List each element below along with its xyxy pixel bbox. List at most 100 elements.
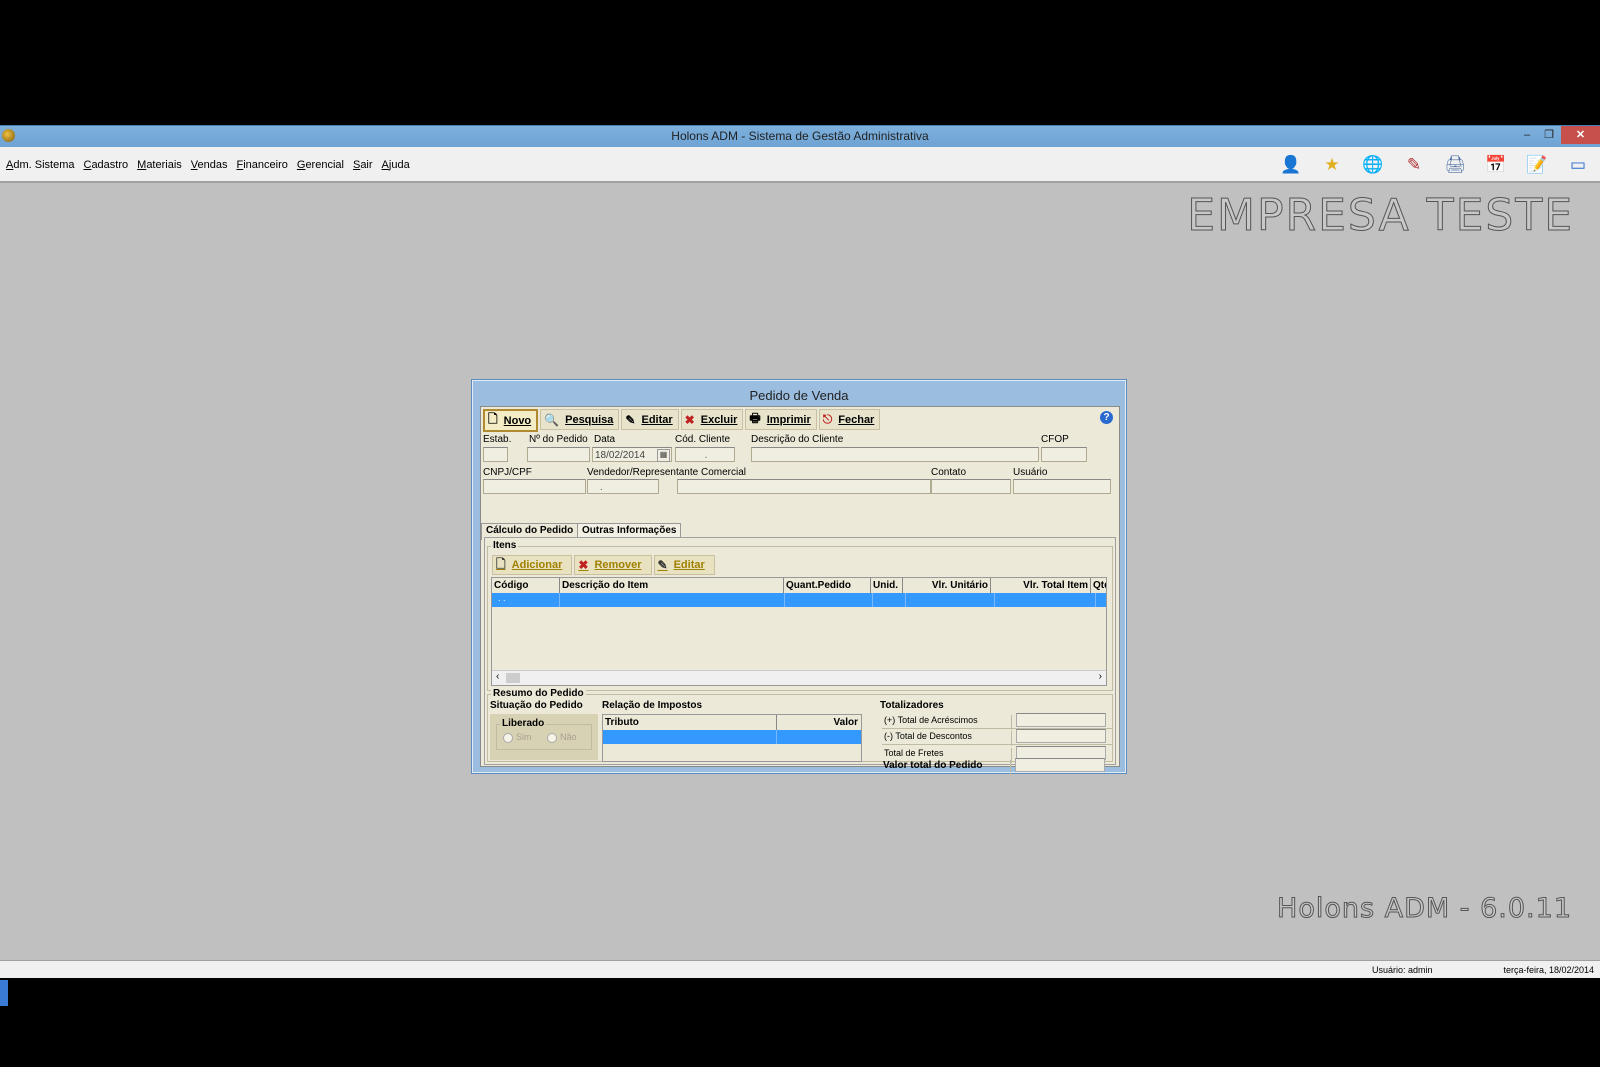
imprimir-button[interactable]: 🖶 Imprimir (745, 409, 817, 430)
cell-descricao (560, 593, 785, 607)
itens-toolbar: 🗋 Adicionar ✖ Remover ✎ Editar (492, 555, 717, 575)
scroll-left-icon[interactable]: ‹ (496, 671, 499, 682)
pesquisa-button[interactable]: 🔍 Pesquisa (540, 409, 620, 430)
star-icon[interactable]: ★ (1320, 153, 1344, 177)
menu-gerencial[interactable]: Gerencial (297, 159, 344, 171)
taskbar-edge (0, 980, 8, 1006)
pedido-label: Nº do Pedido (529, 434, 588, 445)
cod-cliente-field[interactable]: . (675, 447, 735, 462)
tab-strip: Cálculo do Pedido Outras Informações (481, 523, 1117, 540)
menu-materiais[interactable]: Materiais (137, 159, 182, 171)
edit-icon: ✎ (625, 412, 636, 427)
total-descontos-label: (-) Total de Descontos (882, 731, 1012, 746)
restore-button[interactable]: ❐ (1538, 126, 1560, 144)
usuario-field[interactable] (1013, 479, 1111, 494)
vendedor-name-field[interactable] (677, 479, 931, 494)
menu-adm-sistema[interactable]: Adm. Sistema (6, 159, 74, 171)
data-value: 18/02/2014 (595, 450, 646, 461)
table-row[interactable]: . . (492, 593, 1106, 607)
menu-financeiro[interactable]: Financeiro (237, 159, 288, 171)
status-user: Usuário: admin (1372, 965, 1433, 975)
situacao-box: Liberado Sim Não (490, 714, 598, 760)
total-descontos-field[interactable] (1016, 729, 1106, 743)
liberado-group: Liberado Sim Não (496, 718, 592, 750)
vendedor-label: Vendedor/Representante Comercial (587, 467, 746, 478)
col-descricao[interactable]: Descrição do Item (560, 578, 784, 593)
estab-field[interactable] (483, 447, 508, 462)
printer-icon: 🖶 (749, 411, 761, 425)
impostos-grid: Tributo Valor (602, 714, 862, 762)
user-icon[interactable]: 👤 (1279, 153, 1303, 177)
adicionar-button[interactable]: 🗋 Adicionar (492, 555, 573, 575)
help-icon[interactable]: ? (1100, 411, 1113, 424)
editar-button[interactable]: ✎ Editar (621, 409, 679, 430)
fechar-button[interactable]: ⎋ Fechar (818, 409, 881, 430)
editar-item-button[interactable]: ✎ Editar (653, 555, 715, 575)
menu-cadastro[interactable]: Cadastro (83, 159, 128, 171)
valor-total-field[interactable] (1015, 758, 1105, 772)
exit-icon: ⎋ (822, 412, 833, 426)
close-button[interactable]: ✕ (1561, 126, 1600, 144)
menu-ajuda[interactable]: Ajuda (382, 159, 410, 171)
itens-group: Itens 🗋 Adicionar ✖ Remover ✎ Editar Código… (487, 540, 1113, 691)
company-name: EMPRESA TESTE (1187, 190, 1574, 242)
calendar-icon[interactable]: 📅 (1484, 153, 1508, 177)
total-descontos-row: (-) Total de Descontos (882, 728, 1112, 746)
col-quant-pedido[interactable]: Quant.Pedido (784, 578, 871, 593)
horizontal-scrollbar[interactable]: ‹ › (492, 670, 1106, 685)
printer-icon[interactable]: 🖨 (1443, 153, 1467, 177)
col-vlr-total-item[interactable]: Vlr. Total Item (991, 578, 1091, 593)
col-valor[interactable]: Valor (777, 715, 861, 730)
col-qtd[interactable]: Qtd (1091, 578, 1106, 593)
edit-document-icon[interactable]: ✎ (1402, 153, 1426, 177)
calculo-panel: Itens 🗋 Adicionar ✖ Remover ✎ Editar Código… (484, 537, 1116, 775)
usuario-label: Usuário (1013, 467, 1048, 478)
title-bar: Holons ADM - Sistema de Gestão Administr… (0, 125, 1600, 147)
menu-sair[interactable]: Sair (353, 159, 373, 171)
dialog-body: 🗋 Novo 🔍 Pesquisa ✎ Editar ✖ Excluir 🖶 Imprim… (480, 406, 1120, 775)
col-tributo[interactable]: Tributo (603, 715, 777, 730)
cell-vlr-unit (906, 593, 995, 607)
minimize-button[interactable]: – (1516, 126, 1538, 144)
remover-button[interactable]: ✖ Remover (574, 555, 652, 575)
table-row[interactable] (603, 730, 861, 744)
col-unid[interactable]: Unid. (871, 578, 903, 593)
contato-field[interactable] (931, 479, 1011, 494)
radio-nao[interactable]: Não (547, 732, 577, 743)
dialog-toolbar: 🗋 Novo 🔍 Pesquisa ✎ Editar ✖ Excluir 🖶 Imprim… (483, 409, 882, 432)
scroll-right-icon[interactable]: › (1099, 671, 1102, 682)
impostos-grid-header: Tributo Valor (603, 715, 861, 731)
impostos-title: Relação de Impostos (602, 700, 703, 711)
excluir-button[interactable]: ✖ Excluir (680, 409, 744, 430)
valor-total-row: Valor total do Pedido (881, 758, 1111, 776)
calendar-icon[interactable]: ▦ (657, 449, 670, 462)
dialog-title: Pedido de Venda (749, 388, 849, 403)
cfop-label: CFOP (1041, 434, 1069, 445)
total-acrescimos-row: (+) Total de Acréscimos (882, 712, 1112, 730)
total-acrescimos-field[interactable] (1016, 713, 1106, 727)
globe-icon[interactable]: 🌐 (1361, 153, 1385, 177)
col-vlr-unitario[interactable]: Vlr. Unitário (903, 578, 991, 593)
estab-label: Estab. (483, 434, 512, 445)
cell-vlr-total (995, 593, 1096, 607)
cfop-field[interactable] (1041, 447, 1087, 462)
scroll-thumb[interactable] (506, 673, 520, 683)
pedido-field[interactable] (527, 447, 590, 462)
menu-vendas[interactable]: Vendas (191, 159, 228, 171)
vendedor-code-field[interactable]: . (587, 479, 659, 494)
radio-sim[interactable]: Sim (503, 732, 532, 743)
new-document-icon: 🗋 (488, 412, 498, 426)
novo-button[interactable]: 🗋 Novo (483, 409, 539, 432)
resumo-group: Resumo do Pedido Situação do Pedido Libe… (487, 688, 1113, 763)
data-label: Data (594, 434, 616, 445)
cell-quant (785, 593, 873, 607)
descricao-cliente-field[interactable] (751, 447, 1039, 462)
cnpj-field[interactable] (483, 479, 586, 494)
data-field[interactable]: 18/02/2014 ▦ (592, 447, 672, 462)
totalizadores-title: Totalizadores (880, 700, 944, 711)
col-codigo[interactable]: Código (492, 578, 560, 593)
notes-icon[interactable]: 📝 (1525, 153, 1549, 177)
windows-icon[interactable]: ▭ (1566, 153, 1590, 177)
row-divider (776, 730, 777, 744)
liberado-title: Liberado (500, 718, 547, 729)
